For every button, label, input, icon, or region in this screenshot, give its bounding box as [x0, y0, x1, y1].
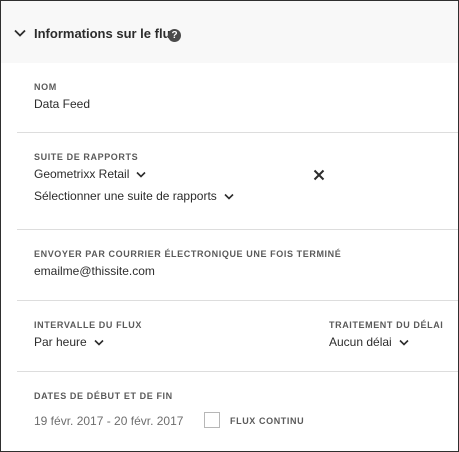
divider: [17, 132, 458, 133]
continuous-feed-checkbox[interactable]: [204, 412, 220, 428]
continuous-feed-label[interactable]: FLUX CONTINU: [230, 416, 304, 426]
report-suite-placeholder: Sélectionner une suite de rapports: [34, 189, 217, 203]
delay-label: TRAITEMENT DU DÉLAI: [329, 320, 444, 330]
interval-value: Par heure: [34, 335, 87, 349]
divider: [17, 371, 458, 372]
chevron-down-icon: [136, 171, 146, 178]
date-range-field[interactable]: 19 févr. 2017 - 20 févr. 2017: [34, 414, 183, 428]
chevron-down-icon: [399, 339, 409, 346]
chevron-down-icon: [94, 339, 104, 346]
dates-label: DATES DE DÉBUT ET DE FIN: [34, 391, 173, 401]
data-feed-panel: Informations sur le flux ? NOM Data Feed…: [0, 0, 459, 452]
chevron-down-icon: [224, 193, 234, 200]
panel-title: Informations sur le flux: [34, 26, 178, 41]
delay-dropdown[interactable]: Aucun délai: [329, 335, 409, 349]
divider: [17, 300, 458, 301]
name-label: NOM: [34, 82, 57, 92]
chevron-down-icon[interactable]: [14, 29, 26, 37]
divider: [17, 229, 458, 230]
interval-dropdown[interactable]: Par heure: [34, 335, 104, 349]
interval-label: INTERVALLE DU FLUX: [34, 320, 142, 330]
report-suite-label: SUITE DE RAPPORTS: [34, 152, 139, 162]
name-value[interactable]: Data Feed: [34, 97, 90, 111]
close-icon[interactable]: [313, 169, 325, 181]
report-suite-selected-value: Geometrixx Retail: [34, 167, 130, 181]
email-field[interactable]: emailme@thissite.com: [34, 264, 155, 278]
report-suite-select-dropdown[interactable]: Sélectionner une suite de rapports: [34, 189, 234, 203]
help-icon[interactable]: ?: [168, 29, 181, 42]
delay-value: Aucun délai: [329, 335, 392, 349]
panel-header[interactable]: Informations sur le flux ?: [1, 1, 458, 63]
report-suite-selected-dropdown[interactable]: Geometrixx Retail: [34, 167, 146, 181]
email-label: ENVOYER PAR COURRIER ÉLECTRONIQUE UNE FO…: [34, 249, 342, 259]
